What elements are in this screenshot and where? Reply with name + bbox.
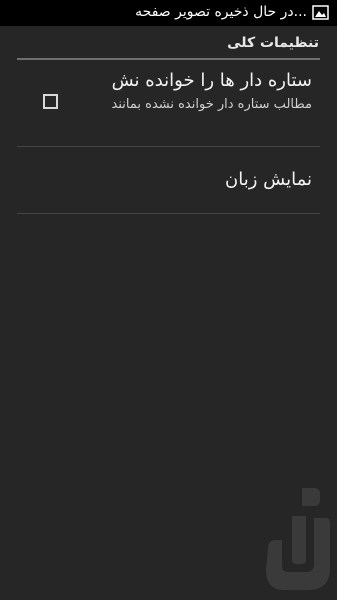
checkbox[interactable]: [43, 94, 58, 109]
status-bar: ...در حال ذخیره تصویر صفحه: [0, 0, 337, 26]
starred-unread-preference[interactable]: ستاره دار ها را خوانده نش مطالب ستاره دا…: [17, 60, 320, 146]
show-language-preference[interactable]: نمایش زبان: [17, 147, 320, 214]
section-header: تنظیمات کلی: [227, 35, 319, 51]
notification-text: ...در حال ذخیره تصویر صفحه: [135, 4, 307, 20]
app-logo-icon: [262, 486, 332, 592]
preference-title: ستاره دار ها را خوانده نش: [111, 70, 312, 91]
item-divider: [17, 213, 320, 214]
preference-summary: مطالب ستاره دار خوانده نشده بمانند: [111, 97, 312, 112]
preference-title: نمایش زبان: [225, 169, 312, 190]
image-icon: [312, 5, 329, 20]
